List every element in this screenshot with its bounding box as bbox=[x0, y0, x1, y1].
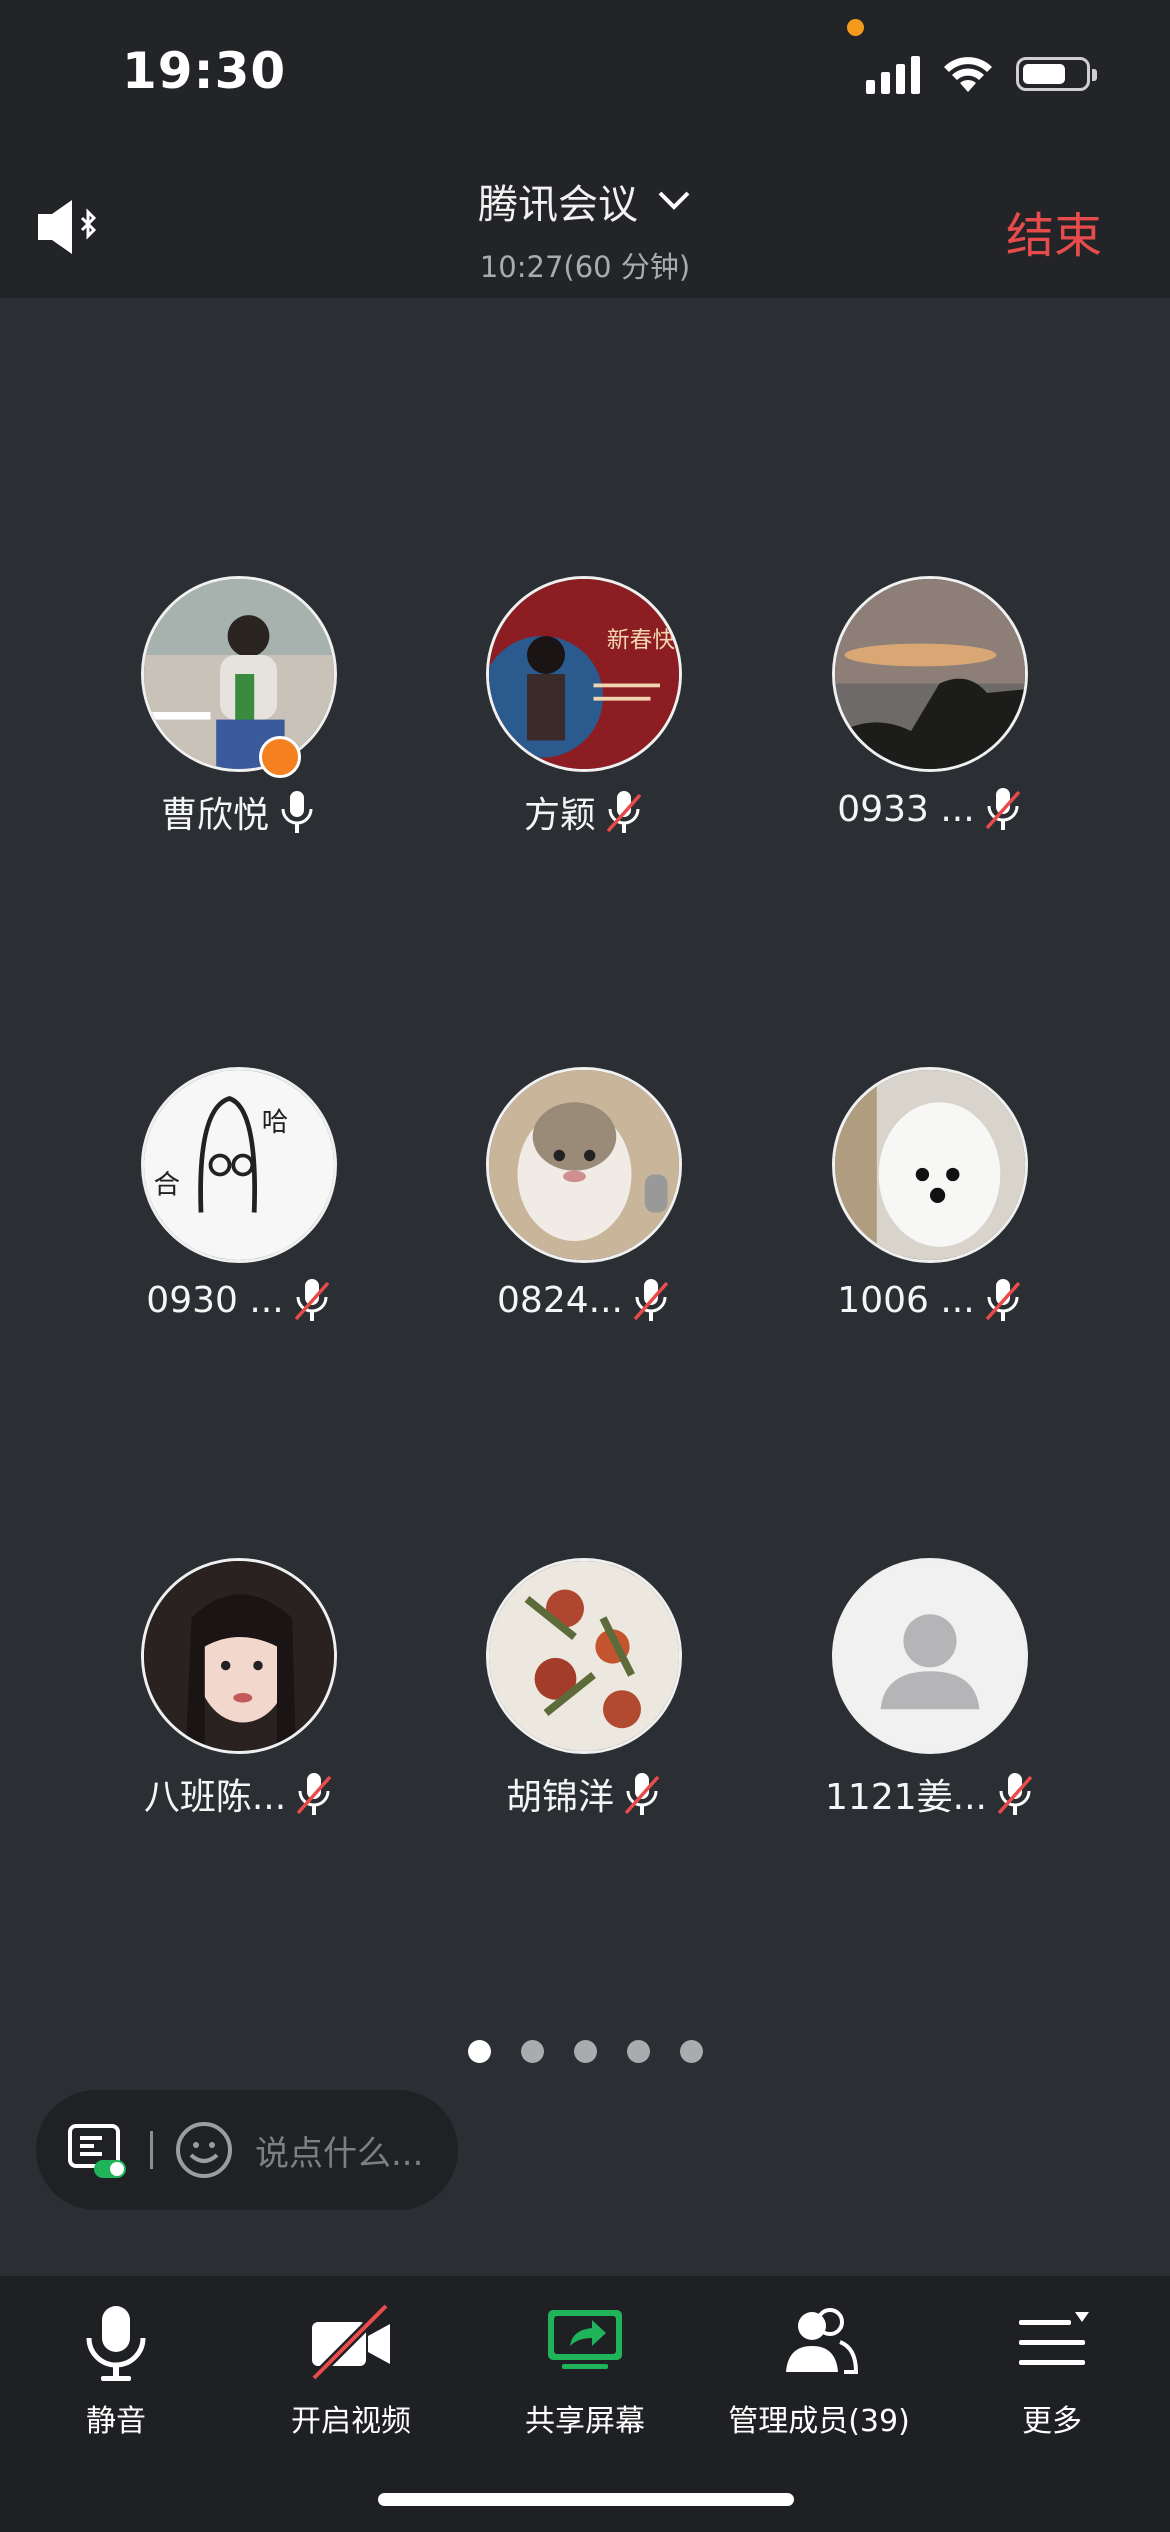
mic-muted-icon bbox=[985, 788, 1020, 830]
manage-members-button[interactable]: 管理成员(39) bbox=[704, 2298, 934, 2440]
mic-muted-icon bbox=[624, 1773, 660, 1815]
mic-muted-icon bbox=[296, 1773, 332, 1815]
video-off-icon bbox=[310, 2302, 390, 2382]
chevron-down-icon[interactable] bbox=[656, 189, 692, 213]
microphone-icon bbox=[86, 2306, 146, 2381]
page-indicator[interactable] bbox=[468, 2040, 703, 2063]
avatar bbox=[141, 576, 337, 772]
home-indicator bbox=[378, 2493, 794, 2506]
share-screen-button[interactable]: 共享屏幕 bbox=[470, 2298, 700, 2440]
participant-tile[interactable]: 八班陈... bbox=[99, 1558, 379, 1820]
page-dot[interactable] bbox=[521, 2040, 544, 2063]
chat-toggle-icon[interactable] bbox=[64, 2120, 130, 2180]
members-label: 管理成员(39) bbox=[728, 2404, 910, 2439]
participant-tile[interactable]: 1006 ... bbox=[790, 1067, 1070, 1323]
avatar bbox=[486, 1067, 682, 1263]
meeting-duration: 10:27(60 分钟) bbox=[479, 250, 691, 284]
chat-bar[interactable]: 说点什么... bbox=[36, 2090, 458, 2210]
participant-name: 八班陈... bbox=[143, 1777, 287, 1818]
mute-label: 静音 bbox=[86, 2404, 146, 2439]
page-dot[interactable] bbox=[574, 2040, 597, 2063]
mute-button[interactable]: 静音 bbox=[1, 2298, 231, 2440]
avatar-default bbox=[832, 1558, 1028, 1754]
participant-tile[interactable]: 1121姜... bbox=[790, 1558, 1070, 1820]
page-dot[interactable] bbox=[627, 2040, 650, 2063]
svg-text:新春快: 新春快 bbox=[607, 627, 676, 653]
participant-tile[interactable]: 新春快 方颖 bbox=[444, 576, 724, 838]
status-icons bbox=[866, 54, 1097, 94]
participant-name: 方颖 bbox=[523, 795, 596, 836]
participant-name: 0824... bbox=[497, 1279, 623, 1321]
participant-name: 1121姜... bbox=[825, 1777, 987, 1818]
share-screen-icon bbox=[548, 2310, 622, 2369]
participant-tile[interactable]: 0933 ... bbox=[790, 576, 1070, 832]
participant-tile[interactable]: 胡锦洋 bbox=[444, 1558, 724, 1820]
participant-name: 曹欣悦 bbox=[160, 795, 269, 836]
meeting-title-group[interactable]: 腾讯会议 bbox=[0, 172, 1170, 230]
chat-divider bbox=[150, 2131, 153, 2169]
share-label: 共享屏幕 bbox=[525, 2404, 645, 2439]
more-label: 更多 bbox=[1022, 2404, 1082, 2439]
avatar: 哈合 bbox=[141, 1067, 337, 1263]
mic-on-icon bbox=[281, 791, 313, 833]
page-dot[interactable] bbox=[468, 2040, 491, 2063]
end-meeting-button[interactable]: 结束 bbox=[1006, 196, 1102, 266]
members-icon bbox=[786, 2308, 859, 2374]
avatar bbox=[832, 576, 1028, 772]
svg-text:合: 合 bbox=[154, 1170, 181, 1201]
battery-icon bbox=[1016, 57, 1097, 91]
avatar bbox=[141, 1558, 337, 1754]
start-video-button[interactable]: 开启视频 bbox=[236, 2298, 466, 2440]
mic-muted-icon bbox=[294, 1279, 329, 1321]
meeting-title[interactable]: 腾讯会议 bbox=[478, 172, 638, 230]
participant-name: 1006 ... bbox=[837, 1279, 975, 1321]
more-button[interactable]: 更多 bbox=[937, 2298, 1167, 2440]
emoji-icon[interactable] bbox=[173, 2119, 235, 2181]
participant-name: 0930 ... bbox=[146, 1279, 284, 1321]
avatar: 新春快 bbox=[486, 576, 682, 772]
participant-tile[interactable]: 曹欣悦 bbox=[99, 576, 379, 838]
mic-muted-icon bbox=[606, 791, 642, 833]
participant-tile[interactable]: 0824... bbox=[444, 1067, 724, 1323]
participant-name: 胡锦洋 bbox=[505, 1777, 614, 1818]
mic-muted-icon bbox=[985, 1279, 1020, 1321]
privacy-indicator bbox=[847, 19, 864, 36]
avatar bbox=[486, 1558, 682, 1754]
participant-tile[interactable]: 哈合 0930 ... bbox=[99, 1067, 379, 1323]
video-label: 开启视频 bbox=[291, 2404, 411, 2439]
mic-muted-icon bbox=[997, 1773, 1033, 1815]
host-badge-icon bbox=[259, 736, 301, 778]
more-menu-icon bbox=[1019, 2312, 1089, 2365]
cellular-signal-icon bbox=[866, 54, 920, 94]
avatar bbox=[832, 1067, 1028, 1263]
svg-text:哈: 哈 bbox=[262, 1107, 289, 1138]
page-dot[interactable] bbox=[680, 2040, 703, 2063]
participant-name: 0933 ... bbox=[837, 788, 975, 830]
wifi-icon bbox=[944, 57, 992, 92]
mic-muted-icon bbox=[633, 1279, 669, 1321]
chat-input[interactable]: 说点什么... bbox=[255, 2126, 423, 2175]
status-time: 19:30 bbox=[122, 42, 287, 100]
